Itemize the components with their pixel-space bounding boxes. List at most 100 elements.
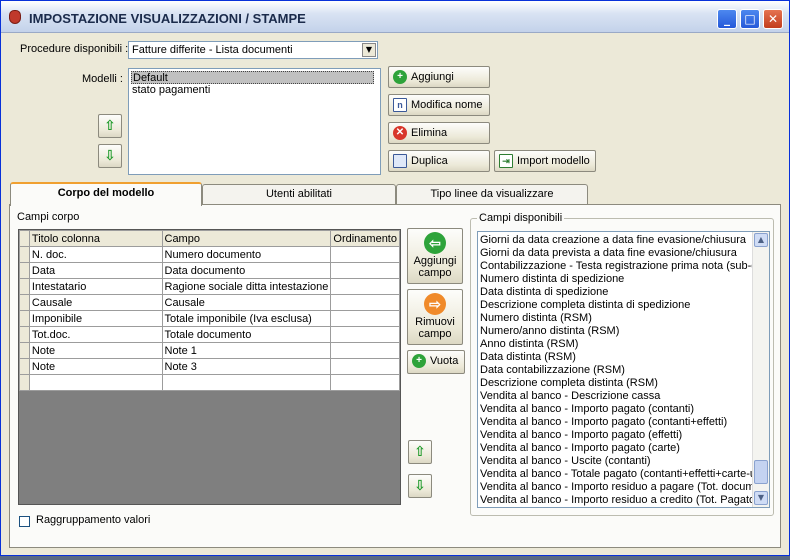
row-header[interactable] [19,326,30,343]
list-item[interactable]: Contabilizzazione - Testa registrazione … [480,260,752,273]
list-item[interactable]: Vendita al banco - Importo pagato (conta… [480,403,752,416]
table-cell[interactable]: Note 3 [161,358,332,375]
table-row[interactable]: Intestatario Ragione sociale ditta intest… [19,278,400,295]
column-header-titolo[interactable]: Titolo colonna [28,230,163,247]
aggiungi-button[interactable]: + Aggiungi [388,66,490,88]
move-model-up-button[interactable]: ⇧ [98,114,122,138]
list-item[interactable]: Vendita al banco - Totale pagato (contan… [480,468,752,481]
list-item[interactable]: Data distinta di spedizione [480,286,752,299]
table-cell[interactable] [330,246,400,263]
tab-corpo-del-modello[interactable]: Corpo del modello [10,182,202,206]
table-cell[interactable] [330,358,400,375]
move-field-down-button[interactable]: ⇩ [408,474,432,498]
table-cell[interactable]: Tot.doc. [28,326,163,343]
list-item[interactable]: Descrizione completa distinta di spedizi… [480,299,752,312]
table-cell[interactable]: Note [28,342,163,359]
table-cell[interactable]: Numero documento [161,246,332,263]
table-cell[interactable] [330,326,400,343]
elimina-button[interactable]: ✕ Elimina [388,122,490,144]
tab-utenti-abilitati[interactable]: Utenti abilitati [202,184,396,204]
minimize-button[interactable]: _ [717,9,737,29]
table-row[interactable] [19,374,400,391]
campi-corpo-grid[interactable]: Titolo colonna Campo Ordinamento N. doc.… [18,229,401,505]
list-item[interactable]: Anno distinta (RSM) [480,338,752,351]
table-cell[interactable]: Data [28,262,163,279]
table-cell[interactable]: Totale imponibile (Iva esclusa) [161,310,332,327]
list-item[interactable]: Vendita al banco - Importo residuo a pag… [480,481,752,494]
modelli-item-default[interactable]: Default [131,71,374,84]
scroll-down-icon[interactable]: ▼ [754,491,768,505]
row-header[interactable] [19,358,30,375]
table-row[interactable]: Tot.doc. Totale documento [19,326,400,343]
table-cell[interactable]: Imponibile [28,310,163,327]
campi-disponibili-list[interactable]: Giorni da data creazione a data fine eva… [477,231,770,508]
title-bar[interactable]: IMPOSTAZIONE VISUALIZZAZIONI / STAMPE _ … [1,1,789,33]
table-cell[interactable]: Causale [161,294,332,311]
close-button[interactable]: ✕ [763,9,783,29]
chevron-down-icon[interactable]: ▼ [362,43,376,57]
list-item[interactable]: Vendita al banco - Importo residuo a cre… [480,494,752,507]
list-item[interactable]: Numero/anno distinta (RSM) [480,325,752,338]
table-cell[interactable]: Totale documento [161,326,332,343]
table-cell[interactable] [330,342,400,359]
table-cell[interactable]: Causale [28,294,163,311]
list-item[interactable]: Giorni da data creazione a data fine eva… [480,234,752,247]
raggruppamento-checkbox[interactable] [19,516,30,527]
table-row[interactable]: Imponibile Totale imponibile (Iva esclusa… [19,310,400,327]
procedure-select[interactable]: Fatture differite - Lista documenti ▼ [128,41,378,59]
list-item[interactable]: Vendita al banco - Importo pagato (conta… [480,416,752,429]
modelli-item-stato-pagamenti[interactable]: stato pagamenti [132,84,210,97]
table-cell[interactable] [330,294,400,311]
table-cell[interactable] [161,374,332,391]
list-item[interactable]: Vendita al banco - Uscite (contanti) [480,455,752,468]
tab-tipo-linee[interactable]: Tipo linee da visualizzare [396,184,588,204]
list-item[interactable]: Numero distinta (RSM) [480,312,752,325]
modelli-list[interactable]: Default stato pagamenti [128,68,381,175]
duplica-button[interactable]: Duplica [388,150,490,172]
list-item[interactable]: Descrizione completa distinta (RSM) [480,377,752,390]
scroll-thumb[interactable] [754,460,768,484]
list-item[interactable]: Data distinta (RSM) [480,351,752,364]
row-header[interactable] [19,262,30,279]
table-cell[interactable] [28,374,163,391]
list-item[interactable]: Vendita al banco - Descrizione cassa [480,390,752,403]
move-field-up-button[interactable]: ⇧ [408,440,432,464]
maximize-button[interactable]: □ [740,9,760,29]
table-row[interactable]: Note Note 1 [19,342,400,359]
modifica-nome-button[interactable]: n Modifica nome [388,94,490,116]
list-item[interactable]: Data contabilizzazione (RSM) [480,364,752,377]
column-header-ordinamento[interactable]: Ordinamento [330,230,400,247]
move-model-down-button[interactable]: ⇩ [98,144,122,168]
table-row[interactable]: Data Data documento [19,262,400,279]
rimuovi-campo-button[interactable]: ⇨ Rimuovi campo [407,289,463,345]
row-header[interactable] [19,278,30,295]
vertical-scrollbar[interactable]: ▲ ▼ [752,232,769,507]
list-item[interactable]: Vendita al banco - Importo pagato (carte… [480,442,752,455]
table-cell[interactable] [330,278,400,295]
list-item[interactable]: Giorni da data prevista a data fine evas… [480,247,752,260]
table-cell[interactable]: N. doc. [28,246,163,263]
aggiungi-campo-button[interactable]: ⇦ Aggiungi campo [407,228,463,284]
table-cell[interactable]: Intestatario [28,278,163,295]
column-header-campo[interactable]: Campo [161,230,332,247]
table-row[interactable]: Causale Causale [19,294,400,311]
table-cell[interactable]: Note [28,358,163,375]
list-item[interactable]: Vendita al banco - Importo pagato (effet… [480,429,752,442]
row-header[interactable] [19,310,30,327]
import-modello-button[interactable]: ⇥ Import modello [494,150,596,172]
table-cell[interactable] [330,310,400,327]
row-header[interactable] [19,246,30,263]
table-row[interactable]: N. doc. Numero documento [19,246,400,263]
table-cell[interactable]: Ragione sociale ditta intestazione [161,278,332,295]
table-cell[interactable]: Note 1 [161,342,332,359]
list-item[interactable]: Numero distinta di spedizione [480,273,752,286]
table-cell[interactable]: Data documento [161,262,332,279]
row-header[interactable] [19,342,30,359]
table-cell[interactable] [330,262,400,279]
row-header[interactable] [19,294,30,311]
scroll-up-icon[interactable]: ▲ [754,233,768,247]
row-header[interactable] [19,374,30,391]
table-row[interactable]: Note Note 3 [19,358,400,375]
vuota-button[interactable]: + Vuota [407,350,465,374]
table-cell[interactable] [330,374,400,391]
